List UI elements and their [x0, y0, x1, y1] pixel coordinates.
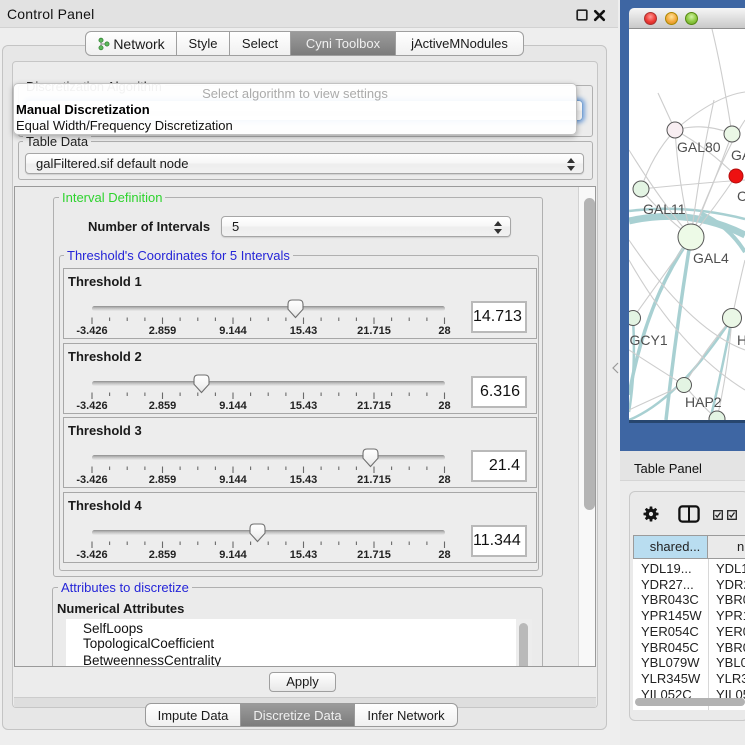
svg-text:GAL11: GAL11 [643, 201, 686, 217]
svg-text:GAL80: GAL80 [677, 139, 721, 155]
svg-text:GCY1: GCY1 [630, 332, 668, 348]
svg-text:CO: CO [737, 188, 745, 204]
svg-text:GA: GA [731, 147, 745, 163]
svg-text:GAL4: GAL4 [693, 250, 729, 266]
svg-text:HAP2: HAP2 [685, 394, 722, 410]
svg-text:H: H [737, 332, 745, 348]
